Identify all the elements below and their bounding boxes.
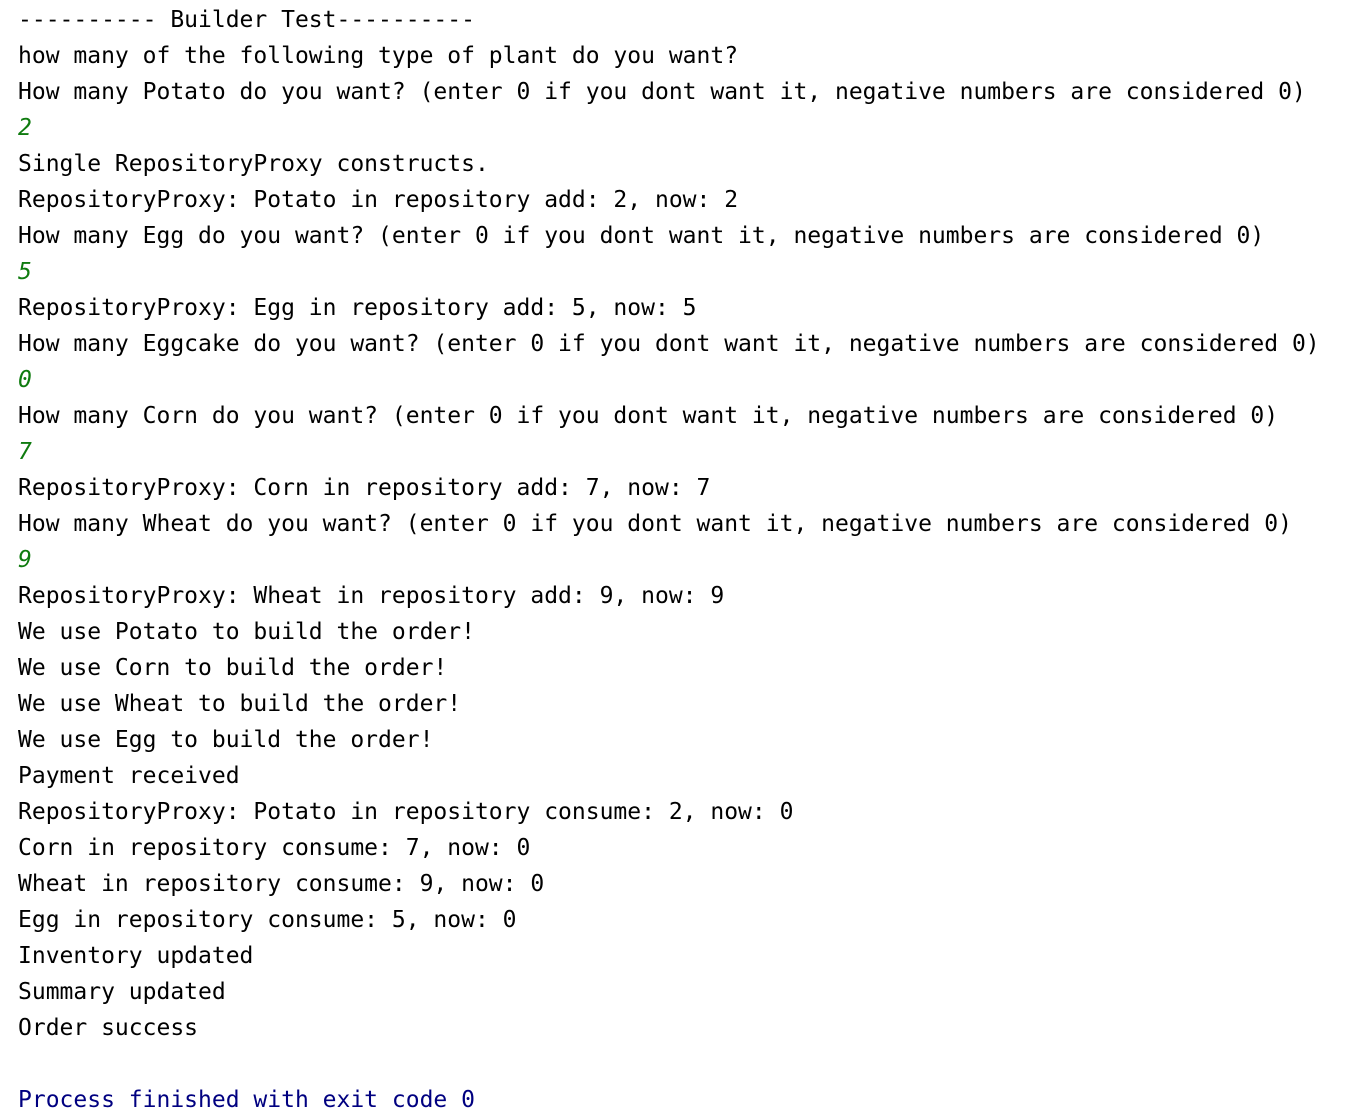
console-line: We use Egg to build the order! — [18, 727, 434, 753]
console-line: Egg in repository consume: 5, now: 0 — [18, 907, 517, 933]
console-line: Summary updated — [18, 979, 226, 1005]
console-line: Payment received — [18, 763, 240, 789]
console-line: RepositoryProxy: Wheat in repository add… — [18, 583, 725, 609]
console-line: We use Potato to build the order! — [18, 619, 475, 645]
console-line: RepositoryProxy: Corn in repository add:… — [18, 475, 711, 501]
console-line: RepositoryProxy: Egg in repository add: … — [18, 295, 697, 321]
console-line-header: ---------- Builder Test---------- — [18, 7, 475, 33]
console-line-prompt-potato: How many Potato do you want? (enter 0 if… — [18, 79, 1306, 105]
console-line-prompt-eggcake: How many Eggcake do you want? (enter 0 i… — [18, 331, 1320, 357]
console-line: Order success — [18, 1015, 199, 1041]
console-line-prompt-wheat: How many Wheat do you want? (enter 0 if … — [18, 511, 1292, 537]
console-user-input-potato: 2 — [18, 115, 32, 141]
console-line: RepositoryProxy: Potato in repository ad… — [18, 187, 739, 213]
console-line: Corn in repository consume: 7, now: 0 — [18, 835, 531, 861]
console-user-input-eggcake: 0 — [18, 367, 32, 393]
console-line: Inventory updated — [18, 943, 254, 969]
console-line-prompt-corn: How many Corn do you want? (enter 0 if y… — [18, 403, 1279, 429]
console-line-prompt-intro: how many of the following type of plant … — [18, 43, 739, 69]
console-line: We use Wheat to build the order! — [18, 691, 462, 717]
console-line: Wheat in repository consume: 9, now: 0 — [18, 871, 545, 897]
console-user-input-egg: 5 — [18, 259, 32, 285]
console-line: We use Corn to build the order! — [18, 655, 448, 681]
console-line-prompt-egg: How many Egg do you want? (enter 0 if yo… — [18, 223, 1265, 249]
console-line: Single RepositoryProxy constructs. — [18, 151, 489, 177]
process-finished-message: Process finished with exit code 0 — [18, 1087, 475, 1113]
console-user-input-wheat: 9 — [18, 547, 32, 573]
console-output: ---------- Builder Test---------- how ma… — [18, 2, 1348, 1118]
console-user-input-corn: 7 — [18, 439, 32, 465]
console-line: RepositoryProxy: Potato in repository co… — [18, 799, 794, 825]
